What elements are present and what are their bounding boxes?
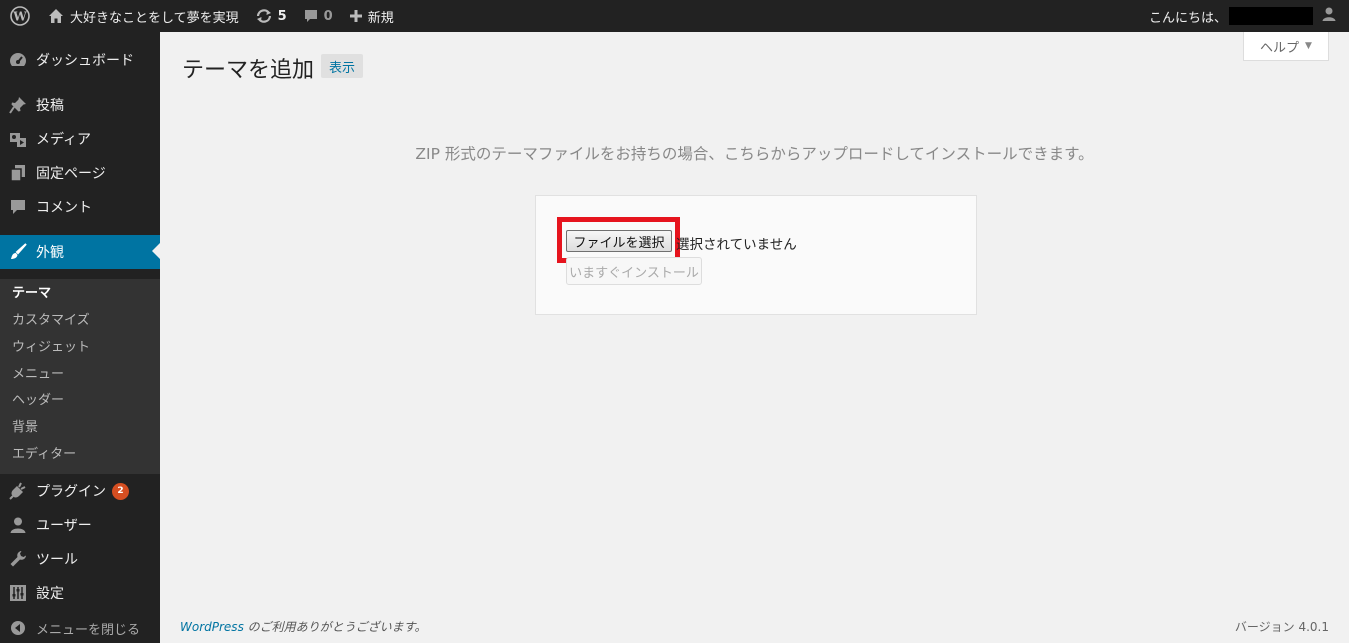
updates-count: 5 (277, 8, 287, 24)
home-icon (48, 8, 64, 24)
collapse-arrow-icon (0, 620, 36, 636)
help-tab-button[interactable]: ヘルプ ▼ (1243, 32, 1329, 61)
sidebar-item-label: 投稿 (36, 98, 64, 114)
site-name-link[interactable]: 大好きなことをして夢を実現 (40, 0, 247, 32)
page-icon (0, 164, 36, 182)
avatar-icon (1321, 6, 1337, 26)
new-label: 新規 (367, 10, 394, 26)
main-content: ヘルプ ▼ テーマを追加 表示 ZIP 形式のテーマファイルをお持ちの場合、こち… (160, 32, 1349, 643)
sidebar-item-plugins[interactable]: プラグイン 2 (0, 474, 160, 508)
submenu-item-background[interactable]: 背景 (12, 416, 38, 435)
submenu-item-menus[interactable]: メニュー (12, 363, 64, 382)
submenu-item-header[interactable]: ヘッダー (12, 389, 64, 408)
sidebar-item-settings[interactable]: 設定 (0, 576, 160, 610)
paintbrush-icon (0, 243, 36, 261)
sidebar-item-pages[interactable]: 固定ページ (0, 156, 160, 190)
wordpress-logo-icon[interactable]: W (0, 0, 40, 32)
plugin-update-badge: 2 (112, 482, 129, 500)
sidebar-item-posts[interactable]: 投稿 (0, 88, 160, 122)
pushpin-icon (0, 96, 36, 114)
sidebar-item-label: ツール (36, 552, 78, 568)
help-label: ヘルプ (1260, 40, 1300, 56)
updates-link[interactable]: 5 (247, 0, 295, 32)
sidebar-item-label: 固定ページ (36, 166, 106, 182)
footer-thanks: WordPress のご利用ありがとうございます。 (180, 618, 426, 635)
comments-count: 0 (323, 8, 333, 24)
footer-thanks-text: のご利用ありがとうございます。 (243, 620, 427, 634)
browse-themes-button[interactable]: 表示 (321, 54, 364, 78)
upload-form: ファイルを選択 選択されていません いますぐインストール (535, 195, 977, 315)
choose-file-button[interactable]: ファイルを選択 (566, 230, 672, 252)
comments-link[interactable]: 0 (295, 0, 341, 32)
dashboard-icon (0, 51, 36, 69)
submenu-item-themes[interactable]: テーマ (12, 282, 51, 301)
greeting-text: こんにちは、 (1148, 10, 1227, 26)
upload-instructions: ZIP 形式のテーマファイルをお持ちの場合、こちらからアップロードしてインストー… (415, 145, 1094, 163)
submenu-item-widgets[interactable]: ウィジェット (12, 336, 90, 355)
caret-down-icon: ▼ (1305, 41, 1312, 51)
appearance-submenu: テーマ カスタマイズ ウィジェット メニュー ヘッダー 背景 エディター (0, 279, 160, 474)
sidebar-item-dashboard[interactable]: ダッシュボード (0, 43, 160, 77)
new-content-link[interactable]: 新規 (341, 0, 402, 32)
sidebar-item-label: ユーザー (36, 518, 92, 534)
settings-icon (0, 584, 36, 602)
admin-sidebar: ダッシュボード 投稿 メディア 固定ページ コメント 外観 テーマ カスタマイズ (0, 32, 160, 643)
sidebar-item-users[interactable]: ユーザー (0, 508, 160, 542)
sidebar-item-comments[interactable]: コメント (0, 190, 160, 224)
user-icon (0, 516, 36, 534)
page-title: テーマを追加 (182, 58, 315, 83)
file-status-text: 選択されていません (676, 237, 797, 253)
wrench-icon (0, 550, 36, 568)
sidebar-item-appearance[interactable]: 外観 (0, 235, 160, 269)
sidebar-item-tools[interactable]: ツール (0, 542, 160, 576)
updates-icon (255, 8, 273, 24)
sidebar-item-media[interactable]: メディア (0, 122, 160, 156)
sidebar-item-label: 設定 (36, 586, 64, 602)
collapse-menu-button[interactable]: メニューを閉じる (0, 615, 160, 641)
collapse-menu-label: メニューを閉じる (36, 622, 141, 638)
sidebar-item-label: プラグイン (36, 484, 106, 500)
account-menu[interactable]: こんにちは、 (1149, 0, 1349, 32)
comment-icon (303, 8, 319, 24)
sidebar-item-label: 外観 (36, 245, 64, 261)
site-name: 大好きなことをして夢を実現 (70, 10, 239, 26)
wordpress-link[interactable]: WordPress (180, 620, 244, 634)
svg-text:W: W (12, 10, 27, 24)
install-now-button[interactable]: いますぐインストール (566, 257, 702, 285)
submenu-item-customize[interactable]: カスタマイズ (12, 309, 90, 328)
plus-icon (349, 9, 363, 23)
comment-icon (0, 198, 36, 216)
redacted-username (1229, 7, 1313, 25)
submenu-item-editor[interactable]: エディター (12, 443, 76, 462)
footer-version: バージョン 4.0.1 (1234, 620, 1329, 634)
current-menu-arrow (152, 243, 160, 259)
plugin-icon (0, 482, 36, 500)
sidebar-item-label: メディア (36, 132, 92, 148)
media-icon (0, 130, 36, 148)
sidebar-item-label: ダッシュボード (36, 53, 134, 69)
admin-bar: W 大好きなことをして夢を実現 5 0 新規 こんにちは、 (0, 0, 1349, 32)
sidebar-item-label: コメント (36, 200, 92, 216)
